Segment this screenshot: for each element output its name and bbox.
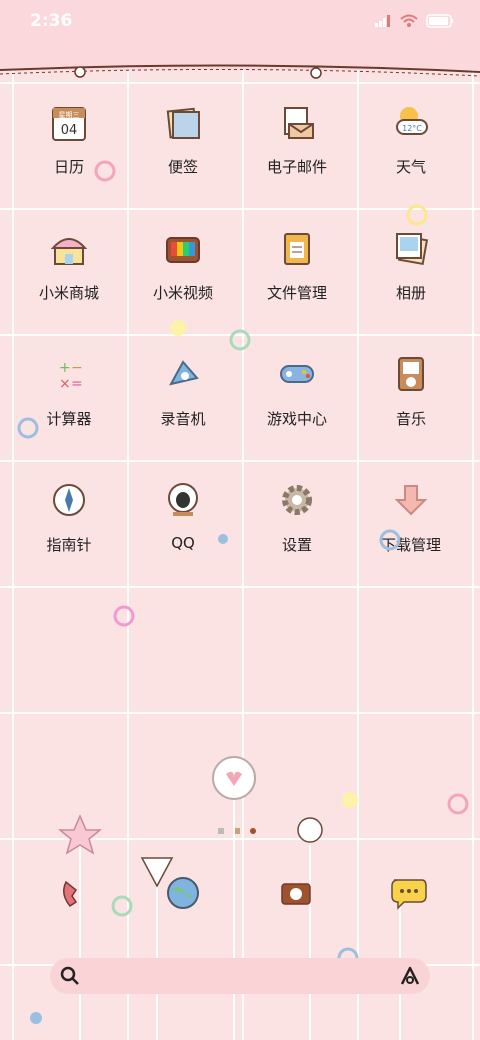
app-gallery[interactable]: 相册 [354,218,468,344]
swirl-decoration [229,329,251,351]
camera-icon[interactable] [278,874,314,910]
app-label: 天气 [395,158,426,176]
messages-icon[interactable] [388,874,428,910]
app-settings[interactable]: 设置 [240,470,354,596]
app-qq[interactable]: QQ [126,470,240,596]
status-icons [374,14,454,28]
app-label: 便签 [167,158,198,176]
browser-icon[interactable] [164,874,202,912]
app-label: 文件管理 [266,284,327,302]
app-music[interactable]: 音乐 [354,344,468,470]
status-time: 2:36 [30,11,73,31]
download-icon [394,485,428,516]
svg-text:12°C: 12°C [402,124,422,133]
dot-decoration [218,534,228,544]
battery-icon [426,14,453,28]
app-row: + − × = 计算器 录音机 游戏中心 音乐 [12,344,468,470]
swirl-decoration [113,605,135,627]
search-bar[interactable] [50,958,430,994]
app-compass[interactable]: 指南针 [12,470,126,596]
assistant-icon[interactable] [400,966,420,986]
recorder-icon [169,360,199,386]
app-label: 电子邮件 [266,158,327,176]
app-label: 相册 [395,284,426,302]
app-label: 设置 [281,536,312,554]
qq-icon [168,483,198,516]
swirl-decoration [379,529,401,551]
weather-icon: 12°C [396,107,428,135]
rope-decoration [0,64,480,79]
search-icon[interactable] [60,966,80,986]
app-calculator[interactable]: + − × = 计算器 [12,344,126,470]
signal-icon [375,15,390,27]
settings-icon [282,485,312,515]
music-icon [398,357,424,391]
swirl-decoration [94,160,116,182]
app-email[interactable]: 电子邮件 [240,92,354,218]
phone-icon[interactable] [56,876,92,912]
calculator-icon: + − × = [59,360,83,392]
svg-text:−: − [71,360,83,376]
svg-text:×: × [59,376,71,392]
app-recorder[interactable]: 录音机 [126,344,240,470]
app-label: 小米视频 [152,284,213,302]
status-bar: 2:36 [0,0,480,44]
notes-icon [166,107,200,139]
app-label: 小米商城 [38,284,99,302]
app-label: 录音机 [160,410,206,428]
svg-text:=: = [71,376,83,392]
file-manager-icon [284,233,310,265]
app-mi-store[interactable]: 小米商城 [12,218,126,344]
app-label: 指南针 [46,536,92,554]
wifi-icon [400,14,418,27]
dot-decoration [170,320,186,336]
swirl-decoration [406,204,428,226]
game-center-icon [280,365,314,383]
swirl-decoration [17,417,39,439]
calendar-icon: 星期三 04 [52,107,86,141]
svg-text:+: + [59,360,71,376]
app-label: 音乐 [395,410,426,428]
app-label: 游戏中心 [266,410,327,428]
app-game-center[interactable]: 游戏中心 [240,344,354,470]
mi-store-icon [50,238,88,265]
svg-text:04: 04 [61,123,78,138]
mi-video-icon [166,237,200,263]
email-icon [284,107,314,139]
compass-icon [53,484,85,516]
app-notes[interactable]: 便签 [126,92,240,218]
svg-text:星期三: 星期三 [59,111,80,119]
